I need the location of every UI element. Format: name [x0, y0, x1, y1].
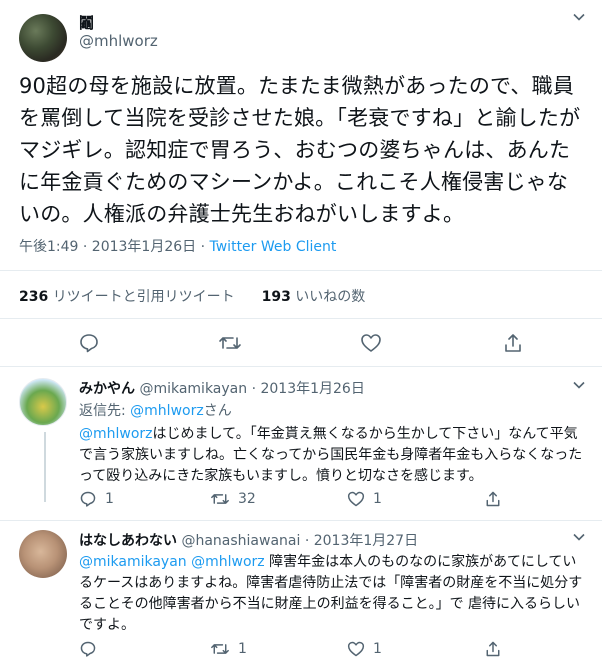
avatar[interactable]: [19, 530, 67, 578]
engagement-stats: 236 リツイートと引用リツイート 193 いいねの数: [19, 286, 365, 306]
reply-author-handle[interactable]: @mikamikayan: [139, 381, 247, 397]
retweet-label[interactable]: リツイートと引用リツイート: [53, 289, 235, 305]
replying-to-suffix: さん: [203, 403, 232, 419]
reply-body: はじめまして。「年金貰え無くなるから生かして下さい」なんて平気で言う家族いますし…: [79, 426, 583, 484]
divider: [0, 318, 602, 319]
reply-author-name[interactable]: みかやん: [79, 381, 135, 397]
retweet-count: 1: [238, 641, 247, 657]
tweet-meta: 午後1:49 · 2013年1月26日 · Twitter Web Client: [19, 236, 336, 256]
reply-header: はなしあわない @hanashiawanai · 2013年1月27日: [79, 530, 418, 550]
replying-to-label: 返信先:: [79, 403, 126, 419]
like-count: 1: [373, 491, 382, 507]
chevron-down-icon[interactable]: [572, 10, 586, 28]
like-action: 1: [347, 640, 382, 658]
retweet-icon[interactable]: [210, 490, 230, 508]
tweet-timestamp[interactable]: 午後1:49 · 2013年1月26日: [19, 239, 196, 255]
reply-text: @mhlworzはじめまして。「年金貰え無くなるから生かして下さい」なんて平気で…: [79, 424, 587, 487]
reply-date[interactable]: · 2013年1月27日: [305, 533, 418, 549]
like-icon[interactable]: [347, 490, 365, 508]
author-handle[interactable]: @mhlworz: [79, 32, 158, 50]
like-action: 1: [347, 490, 382, 508]
reply-icon[interactable]: [79, 640, 97, 658]
chevron-down-icon[interactable]: [572, 378, 586, 396]
retweet-action: 1: [210, 640, 247, 658]
reply-actions: 1: [79, 490, 114, 508]
divider: [0, 270, 602, 271]
retweet-count[interactable]: 236: [19, 289, 48, 305]
reply-author-name[interactable]: はなしあわない: [79, 533, 177, 549]
thread-line: [44, 432, 46, 502]
meta-separator: ·: [200, 239, 210, 255]
divider: [0, 366, 602, 367]
retweet-icon[interactable]: [218, 332, 242, 354]
reply-actions: [79, 640, 97, 658]
retweet-icon[interactable]: [210, 640, 230, 658]
like-count[interactable]: 193: [262, 289, 291, 305]
like-icon[interactable]: [347, 640, 365, 658]
tweet-text: 90超の母を施設に放置。たまたま微熱があったので、職員を罵倒して当院を受診させた…: [19, 74, 581, 226]
retweet-count: 32: [238, 491, 256, 507]
divider: [0, 520, 602, 521]
chevron-down-icon[interactable]: [572, 530, 586, 548]
reply-icon[interactable]: [78, 332, 100, 354]
author-name[interactable]: 鬮: [79, 12, 94, 33]
retweet-action: 32: [210, 490, 256, 508]
reply-mention[interactable]: @mhlworz: [79, 426, 153, 442]
share-icon[interactable]: [484, 490, 502, 508]
reply-header: みかやん @mikamikayan · 2013年1月26日: [79, 378, 365, 398]
share-icon[interactable]: [484, 640, 502, 658]
reply-text: @mikamikayan @mhlworz 障害年金は本人のものなのに家族があて…: [79, 552, 587, 636]
reply-count: 1: [105, 491, 114, 507]
reply-mentions[interactable]: @mikamikayan @mhlworz: [79, 554, 265, 570]
reply-author-handle[interactable]: @hanashiawanai: [181, 533, 300, 549]
like-label[interactable]: いいねの数: [295, 289, 365, 305]
like-count: 1: [373, 641, 382, 657]
tweet-client[interactable]: Twitter Web Client: [210, 239, 337, 255]
avatar[interactable]: [19, 14, 67, 62]
reply-date[interactable]: · 2013年1月26日: [252, 381, 365, 397]
avatar[interactable]: [19, 378, 67, 426]
replying-to-handle[interactable]: @mhlworz: [130, 403, 204, 419]
reply-icon[interactable]: [79, 490, 97, 508]
share-icon[interactable]: [502, 332, 524, 354]
like-icon[interactable]: [360, 332, 382, 354]
replying-to: 返信先: @mhlworzさん: [79, 400, 232, 420]
